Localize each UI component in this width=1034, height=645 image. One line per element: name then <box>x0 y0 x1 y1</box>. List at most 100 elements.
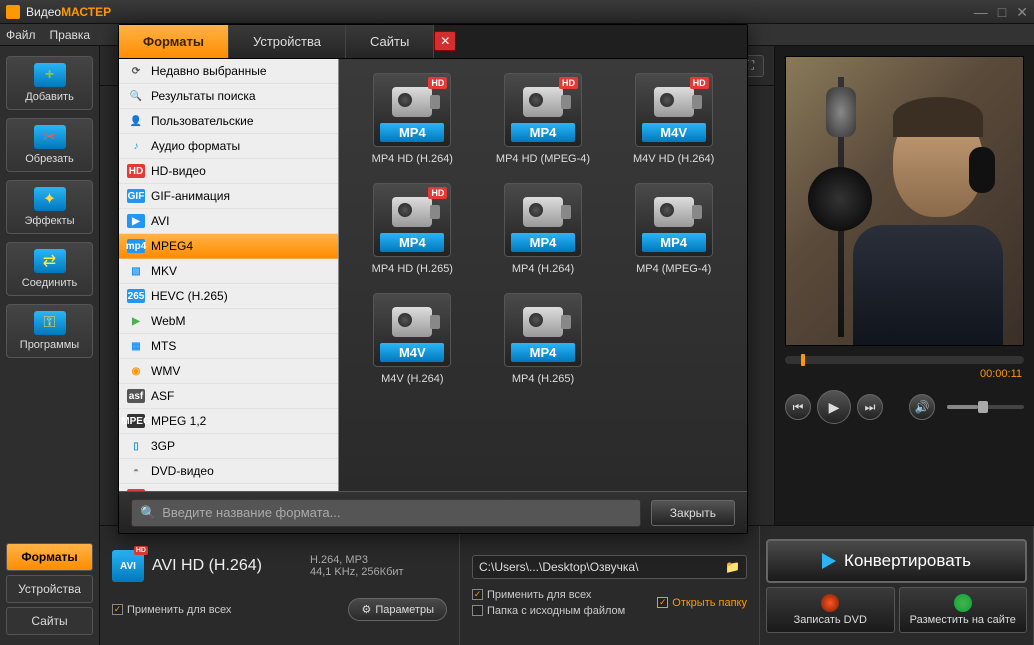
convert-arrow-icon <box>822 553 836 569</box>
format-icon: AVIHD <box>112 550 144 582</box>
burn-dvd-button[interactable]: Записать DVD <box>766 587 895 633</box>
category-icon: ▶ <box>127 214 145 228</box>
category-label: MPEG 1,2 <box>151 414 206 428</box>
action-panel: Конвертировать Записать DVD Разместить н… <box>760 526 1034 645</box>
menu-file[interactable]: Файл <box>6 28 36 42</box>
category-item[interactable]: ▶WebM <box>119 309 338 334</box>
apply-all-checkbox[interactable]: Применить для всех <box>112 604 231 616</box>
format-caption: M4V HD (H.264) <box>633 153 714 165</box>
category-label: ASF <box>151 389 174 403</box>
tab-sites[interactable]: Сайты <box>6 607 93 635</box>
format-card[interactable]: MP4 MP4 (H.265) <box>488 293 599 385</box>
category-item[interactable]: ♪Аудио форматы <box>119 134 338 159</box>
format-detail-audio: 44,1 KHz, 256Кбит <box>310 566 404 578</box>
popup-tab-sites[interactable]: Сайты <box>346 25 434 58</box>
camera-icon <box>392 87 432 117</box>
volume-slider[interactable] <box>947 405 1024 409</box>
popup-tab-devices[interactable]: Устройства <box>229 25 346 58</box>
convert-button[interactable]: Конвертировать <box>766 539 1027 583</box>
format-search-input[interactable]: 🔍 Введите название формата... <box>131 499 641 527</box>
category-icon: ▧ <box>127 264 145 278</box>
format-thumb: MP4 <box>504 293 582 367</box>
category-item[interactable]: 👤Пользовательские <box>119 109 338 134</box>
timeline-slider[interactable] <box>785 356 1024 364</box>
tab-devices[interactable]: Устройства <box>6 575 93 603</box>
format-detail-codec: H.264, MP3 <box>310 554 404 566</box>
menu-edit[interactable]: Правка <box>50 28 91 42</box>
minimize-icon[interactable]: — <box>974 5 988 19</box>
format-thumb: MP4 <box>504 183 582 257</box>
add-button[interactable]: Добавить <box>6 56 93 110</box>
category-item[interactable]: HDHD-видео <box>119 159 338 184</box>
publish-button[interactable]: Разместить на сайте <box>899 587 1028 633</box>
format-card[interactable]: M4VM4V (H.264) <box>357 293 468 385</box>
format-card[interactable]: MP4HDMP4 HD (MPEG-4) <box>488 73 599 165</box>
browse-folder-icon[interactable]: 📁 <box>725 560 740 574</box>
format-thumb: M4VHD <box>635 73 713 147</box>
category-item[interactable]: ▯3GP <box>119 434 338 459</box>
volume-icon[interactable]: 🔊 <box>909 394 935 420</box>
prev-button[interactable]: ⏮ <box>785 394 811 420</box>
next-button[interactable]: ⏭ <box>857 394 883 420</box>
category-item[interactable]: asf ASF <box>119 384 338 409</box>
play-button[interactable]: ▶ <box>817 390 851 424</box>
category-label: WebM <box>151 314 185 328</box>
format-card[interactable]: MP4 MP4 (H.264) <box>488 183 599 275</box>
category-item[interactable]: mp4MPEG4 <box>119 234 338 259</box>
category-item[interactable]: 🔍Результаты поиска <box>119 84 338 109</box>
category-item[interactable]: ▶ AVI <box>119 209 338 234</box>
popup-tab-formats[interactable]: Форматы <box>119 25 229 58</box>
popup-close-x[interactable]: ✕ <box>434 31 456 51</box>
category-item[interactable]: ◓DVD-видео <box>119 459 338 484</box>
format-card[interactable]: MP4HDMP4 HD (H.264) <box>357 73 468 165</box>
format-picker-popup: Форматы Устройства Сайты ✕ ⟳Недавно выбр… <box>118 24 748 534</box>
programs-button[interactable]: Программы <box>6 304 93 358</box>
category-label: DVD-видео <box>151 464 214 478</box>
category-label: AVI <box>151 214 169 228</box>
category-icon: 265 <box>127 289 145 303</box>
playback-controls: ⏮ ▶ ⏭ 🔊 <box>775 384 1034 436</box>
apply-all-path-checkbox[interactable]: Применить для всех <box>472 589 625 601</box>
format-caption: MP4 HD (H.265) <box>372 263 453 275</box>
popup-close-button[interactable]: Закрыть <box>651 500 735 526</box>
tab-formats[interactable]: Форматы <box>6 543 93 571</box>
category-item[interactable]: ▧ MKV <box>119 259 338 284</box>
category-item[interactable]: ▦MTS <box>119 334 338 359</box>
format-caption: MP4 (H.264) <box>512 263 574 275</box>
parameters-button[interactable]: ⚙Параметры <box>348 598 447 621</box>
cut-button[interactable]: Обрезать <box>6 118 93 172</box>
format-card[interactable]: M4VHD M4V HD (H.264) <box>618 73 729 165</box>
popup-tabs: Форматы Устройства Сайты ✕ <box>119 25 747 59</box>
camera-icon <box>523 87 563 117</box>
category-label: MKV <box>151 264 177 278</box>
search-icon: 🔍 <box>140 505 156 521</box>
format-name: AVI HD (H.264) <box>152 557 262 575</box>
format-card[interactable]: MP4HDMP4 HD (H.265) <box>357 183 468 275</box>
effects-icon <box>34 187 66 211</box>
category-label: Аудио форматы <box>151 139 240 153</box>
format-badge: M4V <box>380 343 444 362</box>
open-folder-checkbox[interactable]: Открыть папку <box>657 597 747 609</box>
category-item[interactable]: fFlash-видео <box>119 484 338 491</box>
category-item[interactable]: 265HEVC (H.265) <box>119 284 338 309</box>
format-caption: MP4 HD (H.264) <box>372 153 453 165</box>
category-label: Пользовательские <box>151 114 254 128</box>
effects-button[interactable]: Эффекты <box>6 180 93 234</box>
source-folder-checkbox[interactable]: Папка с исходным файлом <box>472 605 625 617</box>
category-icon: asf <box>127 389 145 403</box>
join-button[interactable]: Соединить <box>6 242 93 296</box>
category-item[interactable]: MPEGMPEG 1,2 <box>119 409 338 434</box>
category-icon: ▯ <box>127 439 145 453</box>
category-item[interactable]: ⟳Недавно выбранные <box>119 59 338 84</box>
format-badge: MP4 <box>380 233 444 252</box>
category-item[interactable]: ◉WMV <box>119 359 338 384</box>
output-path[interactable]: C:\Users\...\Desktop\Озвучка\📁 <box>472 555 747 579</box>
category-label: Недавно выбранные <box>151 64 267 78</box>
category-icon: GIF <box>127 189 145 203</box>
category-item[interactable]: GIFGIF-анимация <box>119 184 338 209</box>
format-card[interactable]: MP4MP4 (MPEG-4) <box>618 183 729 275</box>
close-window-icon[interactable]: ✕ <box>1016 5 1028 19</box>
maximize-icon[interactable]: □ <box>998 5 1006 19</box>
category-label: MTS <box>151 339 176 353</box>
format-caption: MP4 (H.265) <box>512 373 574 385</box>
